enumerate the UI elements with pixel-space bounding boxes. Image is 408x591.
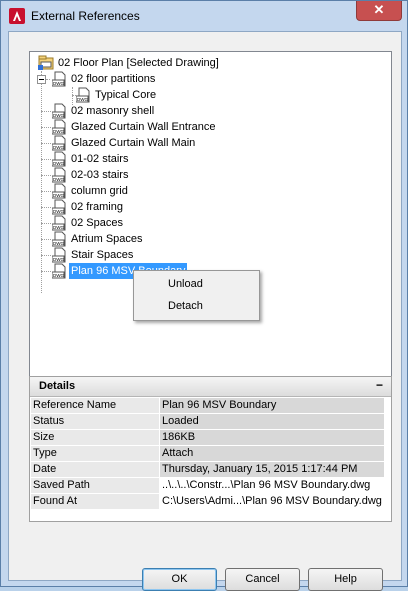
details-row: Size 186KB	[30, 430, 391, 446]
external-references-dialog: External References ✕ 02 Floor Plan [Sel…	[0, 0, 408, 591]
menu-item-detach[interactable]: Detach	[135, 295, 258, 317]
dwg-file-icon: DWG	[76, 87, 90, 103]
ok-button[interactable]: OK	[142, 568, 217, 591]
svg-text:DWG: DWG	[53, 273, 64, 278]
tree-connector	[41, 127, 51, 128]
menu-item-unload[interactable]: Unload	[135, 273, 258, 295]
drawing-root-icon	[38, 55, 54, 70]
details-row: Reference Name Plan 96 MSV Boundary	[30, 398, 391, 414]
tree-connector	[41, 239, 51, 240]
cancel-button[interactable]: Cancel	[225, 568, 300, 591]
details-panel: Details − Reference Name Plan 96 MSV Bou…	[29, 376, 392, 522]
dwg-file-icon: DWG	[52, 199, 66, 215]
dwg-file-icon: DWG	[52, 247, 66, 263]
details-row: Type Attach	[30, 446, 391, 462]
collapse-details-icon[interactable]: −	[376, 378, 383, 392]
dwg-file-icon: DWG	[52, 71, 66, 87]
title-bar[interactable]: External References ✕	[1, 1, 407, 31]
details-row: Saved Path ..\..\..\Constr...\Plan 96 MS…	[30, 478, 391, 494]
dwg-file-icon: DWG	[52, 135, 66, 151]
svg-text:DWG: DWG	[53, 193, 64, 198]
tree-connector	[46, 79, 50, 80]
svg-text:DWG: DWG	[53, 145, 64, 150]
svg-text:DWG: DWG	[53, 161, 64, 166]
tree-root-label: 02 Floor Plan [Selected Drawing]	[58, 57, 219, 69]
dwg-file-icon: DWG	[52, 215, 66, 231]
help-button[interactable]: Help	[308, 568, 383, 591]
tree-connector	[41, 207, 51, 208]
autocad-app-icon	[9, 8, 25, 24]
details-title: Details	[39, 380, 76, 392]
svg-text:DWG: DWG	[53, 209, 64, 214]
svg-text:DWG: DWG	[53, 177, 64, 182]
tree-connector	[41, 255, 51, 256]
xref-tree[interactable]: 02 Floor Plan [Selected Drawing] DWG 02 …	[29, 51, 392, 398]
tree-connector	[41, 111, 51, 112]
details-row: Status Loaded	[30, 414, 391, 430]
window-title: External References	[31, 9, 140, 23]
dwg-file-icon: DWG	[52, 167, 66, 183]
tree-connector	[41, 143, 51, 144]
tree-connector	[41, 271, 51, 272]
details-header[interactable]: Details −	[30, 377, 391, 397]
dwg-file-icon: DWG	[52, 103, 66, 119]
context-menu: Unload Detach	[133, 270, 260, 321]
dwg-file-icon: DWG	[52, 263, 66, 279]
dwg-file-icon: DWG	[52, 231, 66, 247]
tree-connector	[41, 159, 51, 160]
svg-text:DWG: DWG	[53, 81, 64, 86]
svg-text:DWG: DWG	[53, 113, 64, 118]
dwg-file-icon: DWG	[52, 119, 66, 135]
svg-text:DWG: DWG	[77, 97, 88, 102]
details-row: Date Thursday, January 15, 2015 1:17:44 …	[30, 462, 391, 478]
collapse-toggle-icon[interactable]	[37, 75, 46, 84]
dwg-file-icon: DWG	[52, 183, 66, 199]
tree-connector	[41, 191, 51, 192]
svg-text:DWG: DWG	[53, 257, 64, 262]
dwg-file-icon: DWG	[52, 151, 66, 167]
svg-text:DWG: DWG	[53, 225, 64, 230]
tree-connector	[41, 175, 51, 176]
svg-text:DWG: DWG	[53, 241, 64, 246]
tree-connector	[41, 223, 51, 224]
close-button[interactable]: ✕	[356, 1, 402, 21]
details-row: Found At C:\Users\Admi...\Plan 96 MSV Bo…	[30, 494, 391, 510]
tree-connector	[41, 71, 42, 293]
svg-text:DWG: DWG	[53, 129, 64, 134]
